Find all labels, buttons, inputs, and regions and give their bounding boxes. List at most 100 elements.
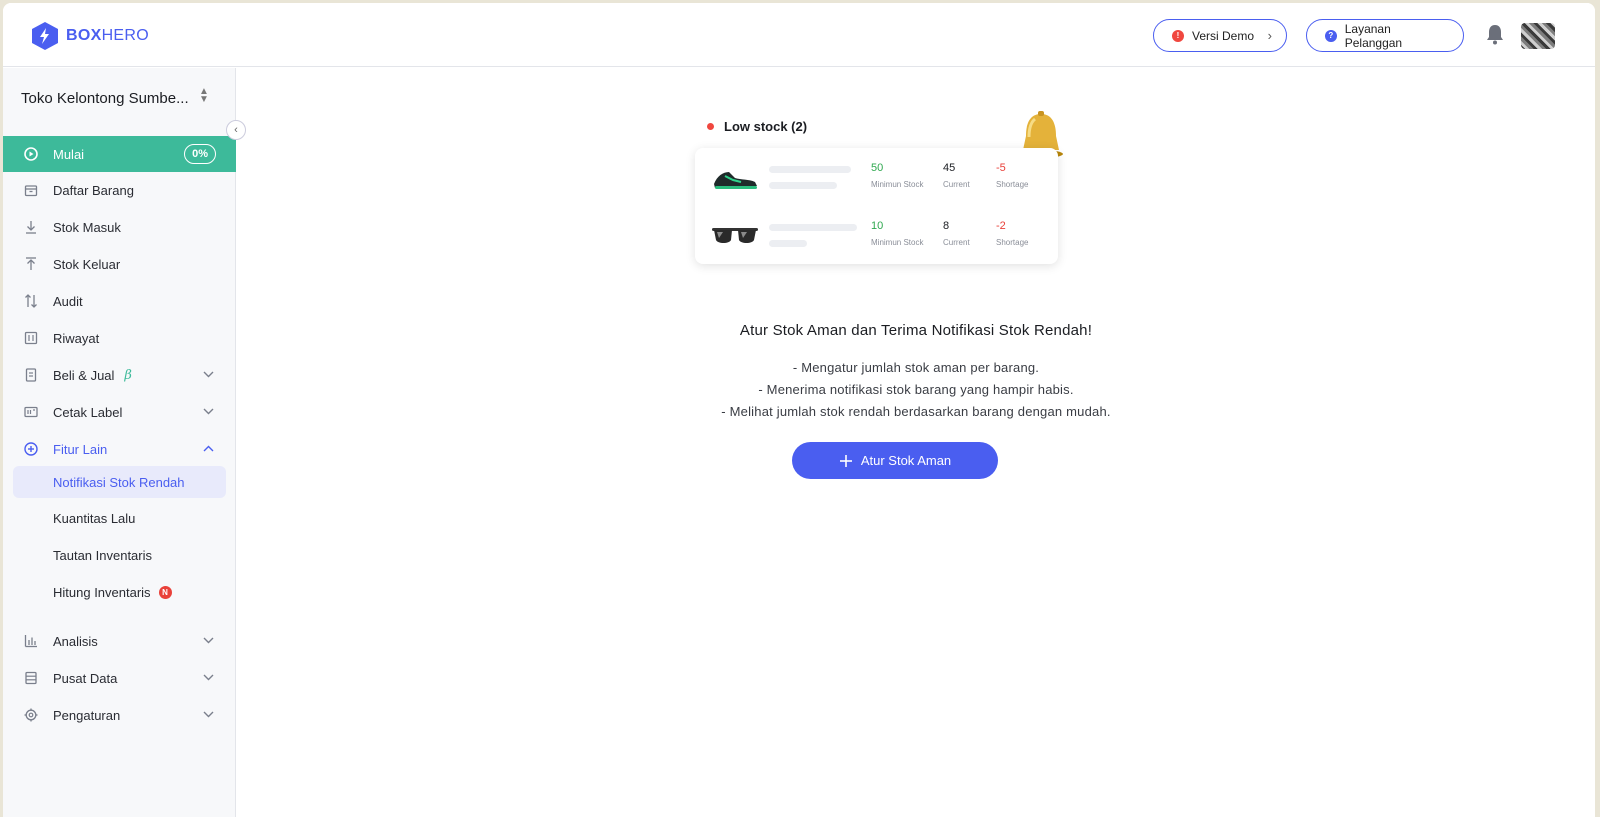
min-stock-label: Minimun Stock <box>871 238 924 247</box>
placeholder-bar <box>769 182 837 189</box>
sidebar-item-label: Hitung Inventaris <box>53 584 151 600</box>
sidebar-item-label: Pengaturan <box>53 707 121 723</box>
sidebar-subitem-kuantitas-lalu[interactable]: Kuantitas Lalu <box>13 502 226 534</box>
arrow-down-icon <box>23 220 38 235</box>
current-stock-label: Current <box>943 180 970 189</box>
top-header: BOXHERO ! Versi Demo › ? Layanan Pelangg… <box>3 3 1595 67</box>
sidebar-item-label: Beli & Jual <box>53 367 115 383</box>
low-stock-row: 10 Minimun Stock 8 Current -2 Shortage <box>711 218 1041 258</box>
placeholder-bar <box>769 224 857 231</box>
box-icon <box>23 183 38 198</box>
gear-icon <box>23 708 38 723</box>
customer-support-label: Layanan Pelanggan <box>1344 21 1403 50</box>
sidebar-item-fitur-lain[interactable]: Fitur Lain <box>3 432 236 466</box>
beta-tag: β <box>124 367 132 383</box>
page-headline: Atur Stok Aman dan Terima Notifikasi Sto… <box>739 322 1093 339</box>
set-safety-stock-button[interactable]: Atur Stok Aman <box>792 442 998 479</box>
shortage-value: -2 <box>996 220 1006 232</box>
chevron-down-icon <box>203 369 214 381</box>
notification-bell-icon[interactable] <box>1485 23 1505 45</box>
new-badge: N <box>158 585 172 599</box>
sidebar-item-cetak-label[interactable]: Cetak Label <box>3 395 236 429</box>
sidebar-item-label: Audit <box>53 293 83 309</box>
current-stock-value: 45 <box>943 162 956 174</box>
sidebar-item-stok-masuk[interactable]: Stok Masuk <box>3 210 236 244</box>
min-stock-value: 10 <box>871 220 884 232</box>
min-stock-value: 50 <box>871 162 884 174</box>
sidebar-item-daftar-barang[interactable]: Daftar Barang <box>3 173 236 207</box>
bar-chart-icon <box>23 634 38 649</box>
feature-item: - Mengatur jumlah stok aman per barang. <box>792 360 1040 375</box>
sidebar-item-label: Cetak Label <box>53 404 123 420</box>
user-avatar[interactable] <box>1521 23 1555 49</box>
store-name[interactable]: Toko Kelontong Sumbe... <box>21 90 189 107</box>
sidebar-item-label: Riwayat <box>53 330 100 346</box>
min-stock-metric: 50 Minimun Stock <box>871 162 923 189</box>
chevron-up-icon <box>203 443 214 455</box>
sidebar-item-label: Daftar Barang <box>53 182 134 198</box>
chevron-down-icon <box>203 635 214 647</box>
plus-circle-icon <box>23 442 38 457</box>
current-stock-metric: 45 Current <box>943 162 970 189</box>
barcode-label-icon <box>23 405 38 420</box>
sidebar-item-label: Notifikasi Stok Rendah <box>53 474 185 490</box>
database-icon <box>23 671 38 686</box>
plus-icon <box>839 454 852 467</box>
sidebar-item-audit[interactable]: Audit <box>3 284 236 318</box>
chevron-down-icon <box>203 672 214 684</box>
help-icon: ? <box>1325 29 1337 42</box>
shortage-value: -5 <box>996 162 1006 174</box>
alert-icon: ! <box>1172 29 1184 42</box>
boxhero-logo[interactable]: BOXHERO <box>31 21 149 51</box>
feature-item: - Menerima notifikasi stok barang yang h… <box>758 382 1074 397</box>
demo-version-button[interactable]: ! Versi Demo › <box>1153 19 1287 52</box>
sidebar-item-label: Analisis <box>53 633 98 649</box>
sidebar-item-label: Tautan Inventaris <box>53 547 153 563</box>
sidebar-item-pusat-data[interactable]: Pusat Data <box>3 661 236 695</box>
sidebar-item-pengaturan[interactable]: Pengaturan <box>3 698 236 732</box>
sidebar-subitem-hitung-inventaris[interactable]: Hitung Inventaris N <box>13 576 226 608</box>
feature-item: - Melihat jumlah stok rendah berdasarkan… <box>721 404 1111 419</box>
shortage-metric: -5 Shortage <box>996 162 1028 189</box>
chevron-down-icon <box>203 406 214 418</box>
sidebar-subitem-tautan-inventaris[interactable]: Tautan Inventaris <box>13 539 226 571</box>
chevron-left-icon: ‹ <box>234 124 238 136</box>
app-window: BOXHERO ! Versi Demo › ? Layanan Pelangg… <box>3 3 1595 817</box>
current-stock-label: Current <box>943 238 970 247</box>
status-dot-icon <box>707 123 714 130</box>
history-icon <box>23 331 38 346</box>
sidebar-item-stok-keluar[interactable]: Stok Keluar <box>3 247 236 281</box>
sunglasses-image <box>712 228 758 243</box>
logo-text: BOXHERO <box>66 27 150 44</box>
low-stock-title: Low stock (2) <box>707 119 807 134</box>
chevron-right-icon: › <box>1267 28 1272 43</box>
document-icon <box>23 368 38 383</box>
sidebar-subitem-notifikasi-stok-rendah[interactable]: Notifikasi Stok Rendah <box>13 466 226 498</box>
swap-icon <box>23 294 38 309</box>
sidebar-item-beli-jual[interactable]: Beli & Jual β <box>3 358 236 392</box>
cta-label: Atur Stok Aman <box>860 453 952 468</box>
min-stock-metric: 10 Minimun Stock <box>871 220 923 247</box>
sidebar-item-label: Kuantitas Lalu <box>53 510 136 526</box>
demo-version-label: Versi Demo <box>1192 28 1255 43</box>
low-stock-card: 50 Minimun Stock 45 Current -5 Shortage <box>695 148 1058 264</box>
sneaker-image <box>714 172 757 189</box>
min-stock-label: Minimun Stock <box>871 180 924 189</box>
low-stock-title-text: Low stock (2) <box>724 119 808 134</box>
current-stock-metric: 8 Current <box>943 220 970 247</box>
sidebar-item-analisis[interactable]: Analisis <box>3 624 236 658</box>
sidebar-item-riwayat[interactable]: Riwayat <box>3 321 236 355</box>
chevron-down-icon <box>203 709 214 721</box>
shortage-label: Shortage <box>996 180 1029 189</box>
low-stock-illustration: Low stock (2) 50 Minimun Stock 45 Curren… <box>695 111 1087 276</box>
progress-badge: 0% <box>184 144 216 164</box>
collapse-sidebar-button[interactable]: ‹ <box>226 120 246 140</box>
store-switch-icon[interactable]: ▲ ▼ <box>199 87 209 105</box>
main-content: Low stock (2) 50 Minimun Stock 45 Curren… <box>237 68 1595 817</box>
placeholder-bar <box>769 166 851 173</box>
customer-support-button[interactable]: ? Layanan Pelanggan <box>1306 19 1464 52</box>
sidebar-item-label: Mulai <box>53 146 85 162</box>
sidebar-item-mulai[interactable]: Mulai 0% <box>3 136 236 172</box>
sidebar-item-label: Stok Masuk <box>53 219 121 235</box>
placeholder-bar <box>769 240 807 247</box>
